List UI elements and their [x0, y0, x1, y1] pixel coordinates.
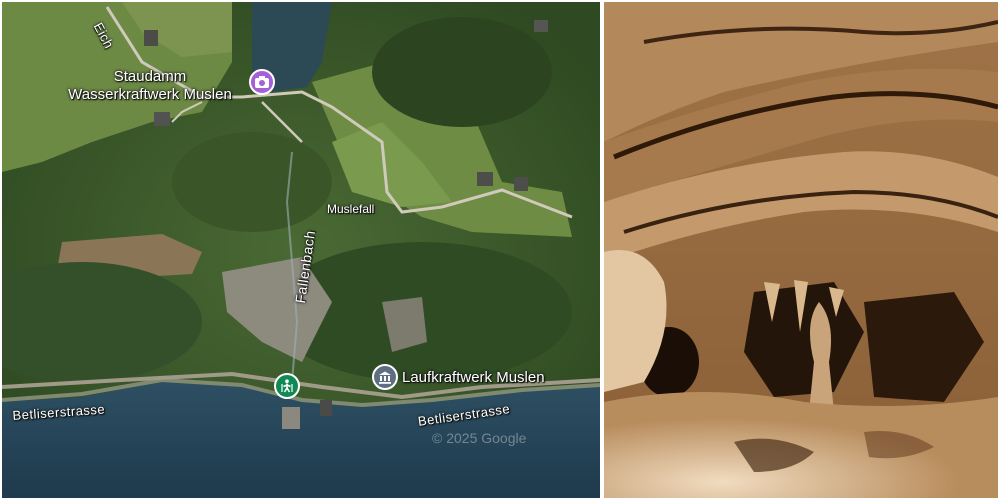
label-staudamm[interactable]: Staudamm Wasserkraftwerk Muslen — [50, 68, 250, 104]
label-staudamm-line1: Staudamm — [113, 68, 187, 85]
cave-interior-image — [604, 2, 998, 498]
cave-photo — [604, 2, 998, 498]
satellite-map[interactable]: Eich Staudamm Wasserkraftwerk Muslen Fal… — [2, 2, 600, 498]
label-laufkraftwerk[interactable]: Laufkraftwerk Muslen — [402, 369, 545, 387]
label-muslefall[interactable]: Muslefall — [327, 202, 374, 216]
pin-camera[interactable] — [249, 69, 275, 95]
pin-laufkraftwerk[interactable] — [372, 364, 398, 390]
pin-hiking[interactable] — [274, 373, 300, 399]
camera-icon — [255, 76, 269, 88]
museum-icon — [379, 371, 391, 384]
label-staudamm-line2: Wasserkraftwerk Muslen — [68, 86, 232, 103]
map-copyright: © 2025 Google — [432, 430, 527, 446]
hiking-icon — [281, 379, 293, 393]
